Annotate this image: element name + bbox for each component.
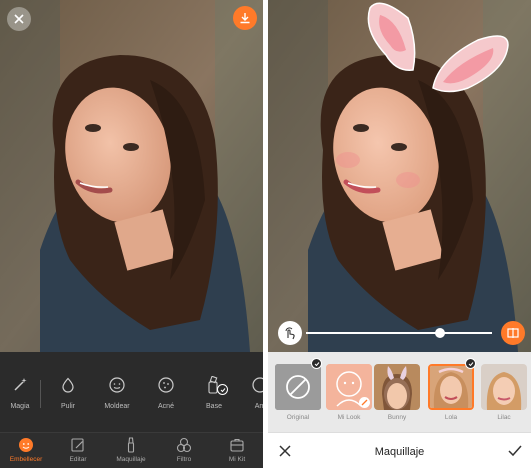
tool-magia[interactable]: Magia	[0, 374, 40, 424]
tool-am[interactable]: Am	[240, 374, 263, 424]
touch-hand-icon	[285, 327, 295, 340]
look-label: Lilac	[497, 414, 511, 421]
bunny-look-thumbnail	[374, 364, 420, 410]
nav-maquillaje[interactable]: Maquillaje	[105, 437, 157, 467]
looks-strip: Original Mi Look Bunny Lola Lilac	[268, 352, 531, 432]
nav-label: Filtro	[176, 456, 192, 463]
download-icon	[240, 13, 250, 24]
brush-icon	[122, 437, 140, 453]
divider	[40, 380, 41, 408]
makeup-panel: Original Mi Look Bunny Lola Lilac Maquil…	[268, 0, 531, 468]
edit-pencil-icon	[69, 437, 87, 453]
makeup-title-bar: Maquillaje	[268, 432, 531, 468]
none-icon	[275, 364, 321, 410]
look-mi-look[interactable]: Mi Look	[325, 364, 373, 430]
tool-label: Acné	[158, 403, 174, 410]
intensity-slider-track[interactable]	[306, 332, 492, 334]
look-lilac[interactable]: Lilac	[480, 364, 528, 430]
look-bunny[interactable]: Bunny	[373, 364, 421, 430]
check-icon	[508, 445, 522, 457]
nav-embellecer[interactable]: Embellecer	[0, 437, 52, 467]
beauty-tools-bar: Magia Pulir Moldear Acné Base Am	[0, 352, 263, 432]
lola-look-thumbnail	[430, 366, 472, 408]
compare-button[interactable]	[278, 321, 302, 345]
nav-filtro[interactable]: Filtro	[158, 437, 210, 467]
nav-editar[interactable]: Editar	[52, 437, 104, 467]
nav-label: Editar	[69, 456, 87, 463]
look-original[interactable]: Original	[274, 358, 322, 430]
page-title: Maquillaje	[374, 446, 425, 458]
check-icon	[311, 358, 322, 369]
portrait-photo	[0, 0, 263, 352]
beautify-panel: Magia Pulir Moldear Acné Base Am Embelle…	[0, 0, 263, 468]
download-button[interactable]	[233, 6, 257, 30]
look-label: Mi Look	[337, 414, 361, 421]
drop-icon	[57, 374, 79, 396]
nav-label: Maquillaje	[116, 456, 146, 463]
close-icon	[14, 14, 24, 24]
tool-label: Base	[206, 403, 222, 410]
look-lola[interactable]: Lola	[427, 358, 476, 430]
look-label: Lola	[444, 414, 458, 421]
lilac-look-thumbnail	[481, 364, 527, 410]
close-button[interactable]	[7, 7, 31, 31]
nav-mi-kit[interactable]: Mi Kit	[211, 437, 263, 467]
tool-label: Magia	[10, 403, 30, 410]
split-view-icon	[507, 328, 519, 338]
edit-pencil-icon	[359, 397, 370, 408]
confirm-button[interactable]	[507, 444, 523, 458]
bottom-nav: Embellecer Editar Maquillaje Filtro Mi K…	[0, 432, 263, 468]
nav-label: Mi Kit	[228, 456, 246, 463]
kit-case-icon	[228, 437, 246, 453]
intensity-slider-row	[268, 318, 531, 348]
tool-acne[interactable]: Acné	[146, 374, 186, 424]
look-label: Bunny	[387, 414, 407, 421]
tool-moldear[interactable]: Moldear	[97, 374, 137, 424]
look-label: Original	[286, 414, 310, 421]
tool-label: Pulir	[60, 403, 75, 410]
face-icon	[106, 374, 128, 396]
tool-label: Moldear	[104, 403, 130, 410]
tool-label: Am	[254, 403, 263, 410]
check-icon	[465, 358, 476, 369]
dots-circle-icon	[155, 374, 177, 396]
tool-pulir[interactable]: Pulir	[48, 374, 88, 424]
beautify-face-icon	[17, 437, 35, 453]
magic-wand-icon	[9, 374, 31, 396]
check-icon	[217, 384, 228, 395]
split-view-button[interactable]	[501, 321, 525, 345]
nav-label: Embellecer	[9, 456, 43, 463]
intensity-slider-thumb[interactable]	[434, 328, 445, 338]
filter-circles-icon	[175, 437, 193, 453]
foundation-bottle-icon	[203, 374, 228, 396]
portrait-photo-with-bunny-ears	[268, 0, 531, 352]
circle-icon	[249, 374, 263, 396]
tool-base[interactable]: Base	[194, 374, 234, 424]
